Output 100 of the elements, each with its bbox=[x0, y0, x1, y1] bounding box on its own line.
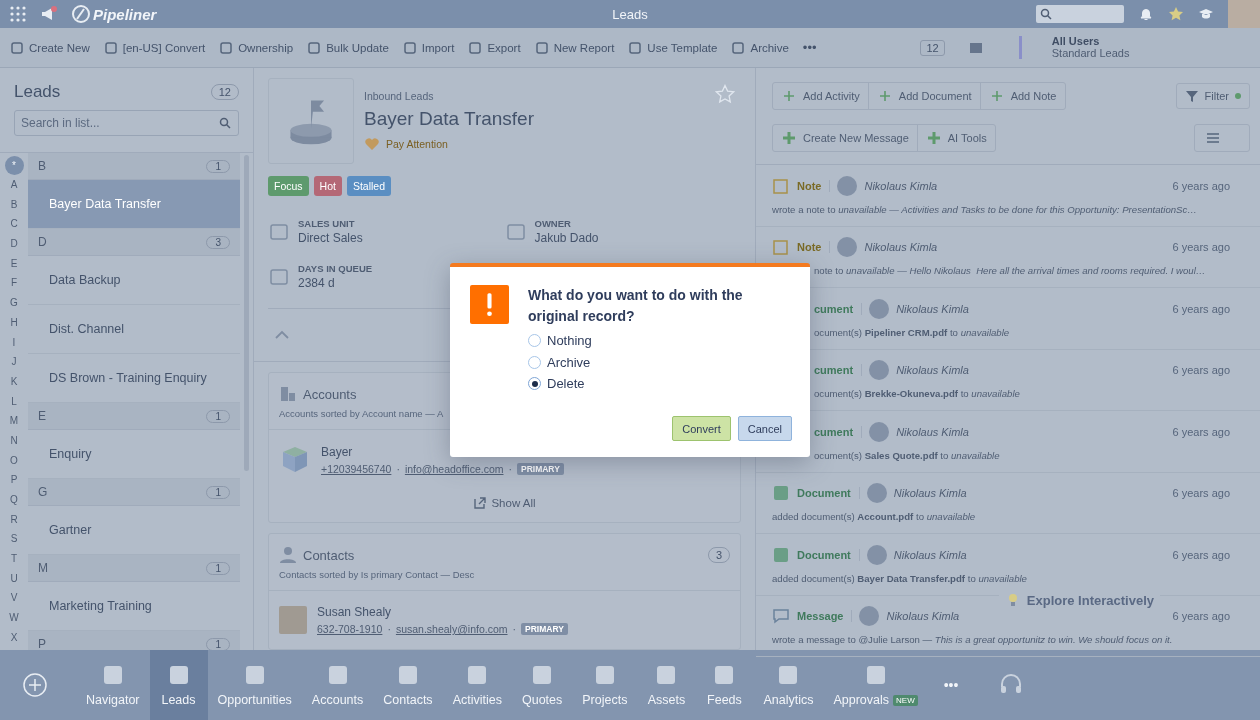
alphabet-letter[interactable]: B bbox=[4, 194, 24, 215]
alphabet-letter[interactable]: I bbox=[4, 332, 24, 353]
nav-item[interactable]: Contacts bbox=[373, 650, 443, 720]
nav-item[interactable]: Assets bbox=[637, 650, 696, 720]
avatar bbox=[869, 421, 890, 442]
search-field[interactable] bbox=[1036, 5, 1124, 23]
option-label[interactable]: Delete bbox=[547, 376, 585, 392]
nav-item[interactable]: Navigator bbox=[76, 650, 150, 720]
menu-button[interactable] bbox=[1194, 124, 1250, 152]
toolbar-button[interactable]: Import bbox=[402, 40, 463, 55]
alphabet-letter[interactable]: S bbox=[4, 529, 24, 550]
email-link[interactable]: susan.shealy@info.com bbox=[395, 623, 508, 635]
contact-name[interactable]: Susan Shealy bbox=[317, 605, 568, 619]
toolbar-button[interactable]: Ownership bbox=[219, 40, 302, 55]
alphabet-letter[interactable]: J bbox=[4, 352, 24, 372]
option-label[interactable]: Nothing bbox=[547, 333, 592, 349]
avatar bbox=[866, 544, 887, 565]
alphabet-letter[interactable]: N bbox=[4, 430, 24, 451]
author-name[interactable]: Nikolaus Kimla bbox=[893, 548, 967, 561]
alphabet-letter[interactable]: X bbox=[4, 627, 24, 648]
funnel-icon bbox=[1184, 89, 1199, 103]
cancel-button[interactable]: Cancel bbox=[737, 416, 792, 441]
alphabet-letter[interactable]: U bbox=[4, 568, 24, 589]
avatar bbox=[869, 360, 890, 381]
alphabet-letter[interactable]: D bbox=[4, 234, 24, 254]
star-icon[interactable] bbox=[715, 84, 735, 104]
alphabet-letter[interactable]: * bbox=[4, 156, 24, 175]
action-button[interactable]: AI Tools bbox=[917, 125, 995, 151]
alphabet-letter[interactable]: O bbox=[4, 450, 24, 471]
list-item[interactable]: Dist. Channel bbox=[28, 305, 240, 354]
nav-item[interactable]: Approvals NEW bbox=[823, 650, 928, 720]
add-button[interactable]: Add Document bbox=[868, 83, 981, 109]
nav-item[interactable]: Accounts bbox=[301, 650, 374, 720]
timestamp: 6 years ago bbox=[1172, 548, 1230, 561]
alphabet-letter[interactable]: H bbox=[4, 312, 24, 333]
alphabet-letter[interactable]: F bbox=[4, 273, 24, 294]
nav-item[interactable]: Feeds bbox=[695, 650, 754, 720]
email-link[interactable]: info@headoffice.com bbox=[404, 463, 504, 475]
alphabet-letter[interactable]: W bbox=[4, 608, 24, 628]
nav-item[interactable]: Analytics bbox=[753, 650, 824, 720]
author-name[interactable]: Nikolaus Kimla bbox=[864, 241, 938, 254]
app-name: Pipeliner bbox=[93, 5, 157, 23]
view-selector[interactable]: All Users Standard Leads bbox=[1018, 35, 1252, 60]
more-button[interactable]: ••• bbox=[802, 40, 817, 55]
phone-link[interactable]: 632-708-1910 bbox=[317, 623, 383, 635]
star-icon[interactable] bbox=[1168, 6, 1184, 22]
alphabet-letter[interactable]: V bbox=[4, 588, 24, 609]
toolbar-button[interactable]: Bulk Update bbox=[307, 40, 397, 55]
entry-type: cument bbox=[814, 425, 863, 438]
toolbar-button[interactable]: Archive bbox=[731, 40, 797, 55]
alphabet-letter[interactable]: A bbox=[4, 175, 24, 195]
show-all-button[interactable]: Show All bbox=[469, 494, 540, 512]
field-label: SALES UNIT bbox=[298, 218, 356, 229]
nav-item[interactable]: Leads bbox=[149, 650, 208, 720]
toolbar-button[interactable]: [en-US] Convert bbox=[103, 40, 214, 55]
toolbar-button[interactable]: Create New bbox=[10, 40, 98, 55]
nav-item[interactable]: Quotes bbox=[511, 650, 573, 720]
phone-link[interactable]: +12039456740 bbox=[321, 463, 392, 475]
author-name[interactable]: Nikolaus Kimla bbox=[893, 487, 967, 500]
nav-item[interactable]: Opportunities bbox=[207, 650, 302, 720]
list-title: Leads bbox=[14, 82, 61, 102]
convert-button[interactable]: Convert bbox=[672, 416, 731, 441]
author-name[interactable]: Nikolaus Kimla bbox=[896, 425, 969, 438]
action-button[interactable]: Create New Message bbox=[773, 125, 918, 151]
add-button[interactable]: Add Activity bbox=[773, 83, 869, 109]
alphabet-letter[interactable]: R bbox=[4, 509, 24, 530]
toolbar-button[interactable]: New Report bbox=[534, 40, 623, 55]
alphabet-letter[interactable]: C bbox=[4, 214, 24, 235]
alphabet-letter[interactable]: L bbox=[4, 391, 24, 412]
alphabet-letter[interactable]: M bbox=[4, 411, 24, 431]
filter-button[interactable]: Filter bbox=[1175, 83, 1250, 109]
plus-circle-icon[interactable] bbox=[22, 672, 48, 698]
author-name[interactable]: Nikolaus Kimla bbox=[896, 364, 969, 377]
add-button[interactable]: Add Note bbox=[980, 83, 1065, 109]
entry-type: Note bbox=[797, 241, 831, 254]
columns-icon[interactable] bbox=[968, 40, 983, 55]
speech-bubble-icon bbox=[772, 607, 790, 626]
alphabet-letter[interactable]: T bbox=[4, 549, 24, 569]
alphabet-letter[interactable]: K bbox=[4, 371, 24, 392]
more-button[interactable]: ••• bbox=[943, 650, 959, 720]
alphabet-letter[interactable]: P bbox=[4, 470, 24, 490]
alphabet-letter[interactable]: G bbox=[4, 293, 24, 313]
nav-item[interactable]: Activities bbox=[442, 650, 512, 720]
search-field[interactable]: Search in list... bbox=[14, 110, 239, 136]
list-item[interactable]: Bayer Data Transfer bbox=[28, 180, 240, 229]
timestamp: 6 years ago bbox=[1172, 302, 1230, 315]
alphabet-letter[interactable]: Q bbox=[4, 490, 24, 510]
alphabet-letter[interactable]: E bbox=[4, 253, 24, 274]
toolbar-button[interactable]: Use Template bbox=[628, 40, 726, 55]
author-name[interactable]: Nikolaus Kimla bbox=[864, 179, 938, 192]
list-item[interactable]: Data Backup bbox=[28, 256, 240, 305]
bell-icon[interactable] bbox=[1138, 6, 1154, 22]
author-name[interactable]: Nikolaus Kimla bbox=[886, 610, 960, 623]
toolbar-button[interactable]: Export bbox=[468, 40, 529, 55]
option-label[interactable]: Archive bbox=[547, 354, 591, 370]
square-icon bbox=[628, 40, 643, 55]
megaphone-icon[interactable] bbox=[40, 5, 58, 23]
grid-menu-icon[interactable] bbox=[10, 6, 26, 22]
nav-item[interactable]: Projects bbox=[572, 650, 638, 720]
author-name[interactable]: Nikolaus Kimla bbox=[896, 302, 969, 315]
